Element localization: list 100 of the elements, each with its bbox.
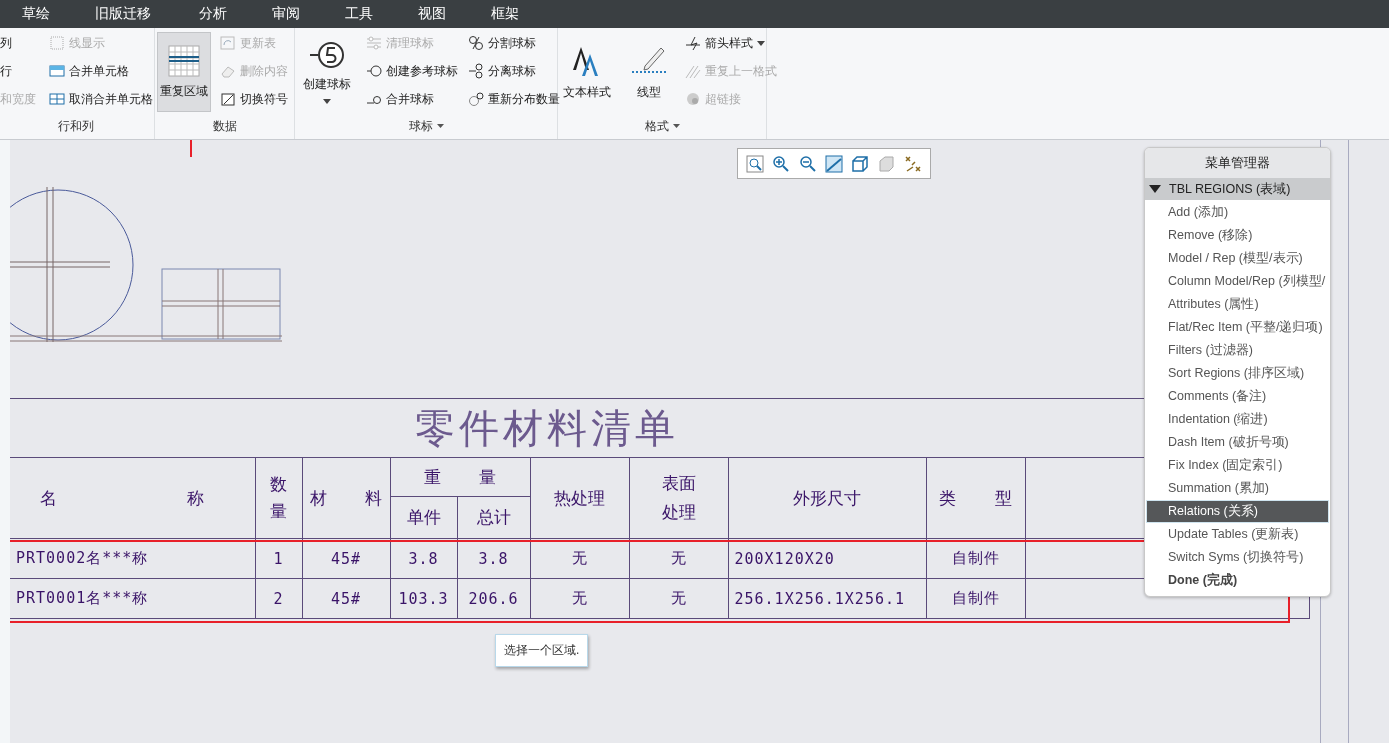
table-cell: PRT0001名***称 — [16, 589, 149, 607]
ribbon-button[interactable]: 创建参考球标 — [363, 59, 461, 83]
menu-item[interactable]: Attributes (属性) — [1146, 293, 1329, 316]
column-header: 材 料 — [309, 487, 383, 508]
dotted-grid-icon — [49, 35, 65, 51]
menu-item[interactable]: Fix Index (固定索引) — [1146, 454, 1329, 477]
ribbon-button[interactable]: 取消合并单元格 — [46, 87, 156, 111]
table-cell: PRT0002名***称 — [16, 549, 149, 567]
cube-icon[interactable] — [851, 154, 870, 173]
ribbon-button[interactable]: 箭头样式 — [682, 31, 780, 55]
menu-item[interactable]: Filters (过滤器) — [1146, 339, 1329, 362]
menu-item[interactable]: Column Model/Rep (列模型/ — [1146, 270, 1329, 293]
sliders-icon — [366, 35, 382, 51]
ribbon-button[interactable]: 重新分布数量 — [465, 87, 563, 111]
menu-item[interactable]: Update Tables (更新表) — [1146, 523, 1329, 546]
ribbon-button[interactable]: 列 — [0, 31, 39, 55]
globe-icon — [685, 91, 701, 107]
menu-item[interactable]: Switch Syms (切换符号) — [1146, 546, 1329, 569]
ribbon-button[interactable]: 行 — [0, 59, 39, 83]
hatch-icon — [685, 63, 701, 79]
menu-section-header[interactable]: TBL REGIONS (表域) — [1145, 178, 1330, 200]
detach-balloon-icon — [468, 63, 484, 79]
menu-item[interactable]: Model / Rep (模型/表示) — [1146, 247, 1329, 270]
column-header: 外形尺寸 — [793, 487, 861, 508]
stacked-balloon-icon — [468, 91, 484, 107]
menu-tab[interactable]: 审阅 — [272, 5, 300, 23]
repaint-icon[interactable] — [825, 154, 843, 173]
table-cell: 自制件 — [951, 549, 1000, 567]
menu-tab[interactable]: 分析 — [199, 5, 227, 23]
caret-icon — [757, 40, 765, 46]
table-cell: 103.3 — [398, 589, 449, 608]
menu-item[interactable]: Dash Item (破折号项) — [1146, 431, 1329, 454]
refresh-table-icon — [220, 35, 236, 51]
table-cell: 206.6 — [468, 589, 519, 608]
column-header: 热处理 — [554, 487, 605, 508]
ribbon-button[interactable]: 分离球标 — [465, 59, 563, 83]
table-cell: 无 — [571, 549, 588, 567]
table-cell: 无 — [670, 589, 687, 607]
ribbon-button[interactable]: 文本样式 — [560, 32, 614, 112]
menu-item[interactable]: Indentation (缩进) — [1146, 408, 1329, 431]
ribbon-button[interactable]: 合并单元格 — [46, 59, 156, 83]
table-cell: 256.1X256.1X256.1 — [734, 589, 906, 608]
panel-title: 菜单管理器 — [1145, 148, 1330, 178]
menu-item[interactable]: Summation (累加) — [1146, 477, 1329, 500]
caret-icon[interactable] — [436, 124, 444, 128]
group-label[interactable]: 球标 — [408, 117, 433, 135]
column-header: 数量 — [270, 472, 287, 523]
table-cell: 自制件 — [951, 589, 1000, 607]
caret-icon[interactable] — [672, 124, 680, 128]
menu-tab[interactable]: 框架 — [491, 5, 519, 23]
table-cell: 45# — [330, 549, 362, 568]
menu-tab[interactable]: 工具 — [345, 5, 373, 23]
table-title: 零件材料清单 — [415, 404, 679, 451]
table-cell: 1 — [273, 549, 284, 568]
menu-tab[interactable]: 视图 — [418, 5, 446, 23]
zoom-out-icon[interactable] — [798, 154, 817, 173]
zoom-window-icon[interactable] — [746, 154, 765, 173]
arrow-icon — [685, 35, 701, 51]
ribbon-button[interactable]: 线型 — [622, 32, 676, 112]
table-cell: 200X120X20 — [734, 549, 835, 568]
column-header: 名 称 — [40, 487, 205, 508]
annotation-line — [190, 140, 192, 157]
table-cell: 45# — [330, 589, 362, 608]
menu-item[interactable]: Sort Regions (排序区域) — [1146, 362, 1329, 385]
ribbon-button[interactable]: 切换符号 — [217, 87, 291, 111]
balloon-icon — [366, 63, 382, 79]
table-cell: 2 — [273, 589, 284, 608]
column-header: 表面处理 — [660, 472, 697, 524]
menu-item[interactable]: Remove (移除) — [1146, 224, 1329, 247]
table-cell: 无 — [670, 549, 687, 567]
column-header: 类 型 — [939, 487, 1012, 508]
column-header: 单件 — [406, 507, 441, 528]
zoom-in-icon[interactable] — [772, 154, 791, 173]
table-cell: 3.8 — [478, 549, 509, 568]
balloon-icon — [309, 40, 345, 70]
table-cell: 无 — [571, 589, 588, 607]
caret-icon — [323, 99, 331, 104]
ribbon-button[interactable]: 合并球标 — [363, 87, 461, 111]
menu-item[interactable]: Comments (备注) — [1146, 385, 1329, 408]
table-grid-icon — [168, 44, 200, 77]
datum-points-icon[interactable] — [903, 154, 922, 173]
split-balloon-icon — [468, 35, 484, 51]
menu-tab[interactable]: 草绘 — [22, 5, 50, 23]
column-header: 重 量 — [423, 466, 497, 487]
ribbon-button[interactable]: 重复区域 — [157, 32, 211, 112]
split-cells-icon — [49, 91, 65, 107]
ribbon-button[interactable]: 创建球标 — [297, 32, 357, 112]
ribbon-button[interactable]: 分割球标 — [465, 31, 563, 55]
menu-item[interactable]: Done (完成) — [1146, 569, 1329, 592]
menu-item[interactable]: Add (添加) — [1146, 201, 1329, 224]
merge-cells-icon — [49, 63, 65, 79]
switch-symbol-icon — [220, 91, 236, 107]
group-label[interactable]: 格式 — [644, 117, 669, 135]
column-header: 总计 — [476, 507, 511, 528]
tooltip: 选择一个区域. — [495, 634, 589, 667]
table-cell: 3.8 — [408, 549, 439, 568]
menu-tab[interactable]: 旧版迁移 — [95, 5, 151, 23]
menu-item[interactable]: Flat/Rec Item (平整/递归项) — [1146, 316, 1329, 339]
menu-item[interactable]: Relations (关系) — [1146, 500, 1329, 523]
expand-triangle-icon — [1149, 185, 1161, 193]
